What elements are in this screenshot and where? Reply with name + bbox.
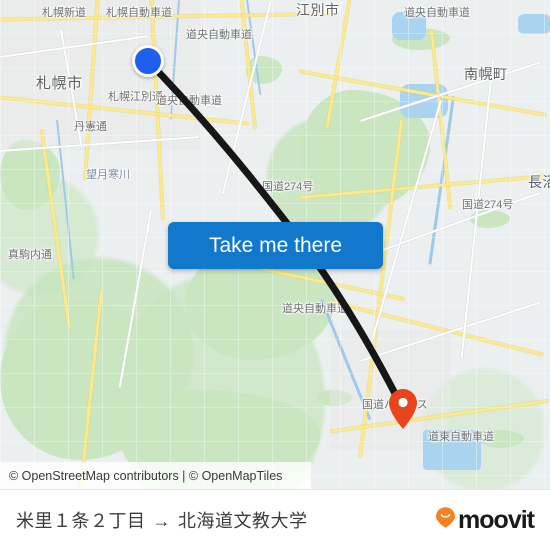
moovit-wordmark: moovit [458, 505, 535, 534]
map-label: 国道274号 [462, 199, 514, 211]
map-label: 望月寒川 [86, 169, 130, 181]
map-label: 真駒内通 [8, 249, 52, 261]
destination-marker[interactable] [388, 388, 418, 430]
map-canvas[interactable]: 札幌新道 札幌自動車道 江別市 道央自動車道 道央自動車道 札幌市 札幌江別通 道央自動車道南… [0, 0, 550, 489]
map-label: 国道274号 [262, 181, 314, 193]
map-label: 札幌新道 [42, 7, 86, 19]
moovit-pin-icon [436, 507, 456, 533]
map-label: 長沼 [528, 174, 550, 190]
attribution-text: © OpenStreetMap contributors | © OpenMap… [9, 468, 283, 483]
moovit-logo[interactable]: moovit [436, 505, 535, 535]
map-label: 丹憲通 [74, 121, 107, 133]
trip-destination-label: 北海道文教大学 [178, 511, 308, 531]
origin-marker[interactable] [132, 45, 164, 77]
trip-footer: 米里１条２丁目 → 北海道文教大学 moovit [0, 489, 550, 550]
map-label: 江別市 [296, 2, 340, 18]
map-attribution: © OpenStreetMap contributors | © OpenMap… [0, 462, 311, 489]
map-label: 道央自動車道 [282, 303, 348, 315]
map-label: 道央自動車道 [186, 29, 252, 41]
map-label: 南幌町 [464, 66, 508, 82]
map-label: 札幌江別通 [108, 91, 163, 103]
take-me-there-label: Take me there [208, 233, 343, 257]
take-me-there-button[interactable]: Take me there [168, 222, 383, 269]
trip-origin-label: 米里１条２丁目 [16, 511, 146, 531]
map-label: 札幌自動車道 [106, 7, 172, 19]
map-label: 札幌市 [36, 75, 83, 92]
arrow-right-icon: → [152, 511, 171, 531]
map-label: 道央自動車道 [404, 7, 470, 19]
trip-summary: 米里１条２丁目 → 北海道文教大学 [16, 507, 308, 533]
map-label: 道央自動車道 [156, 95, 222, 107]
map-label: 道東自動車道 [428, 431, 494, 443]
moovit-map-card: 札幌新道 札幌自動車道 江別市 道央自動車道 道央自動車道 札幌市 札幌江別通 道央自動車道南… [0, 0, 550, 550]
